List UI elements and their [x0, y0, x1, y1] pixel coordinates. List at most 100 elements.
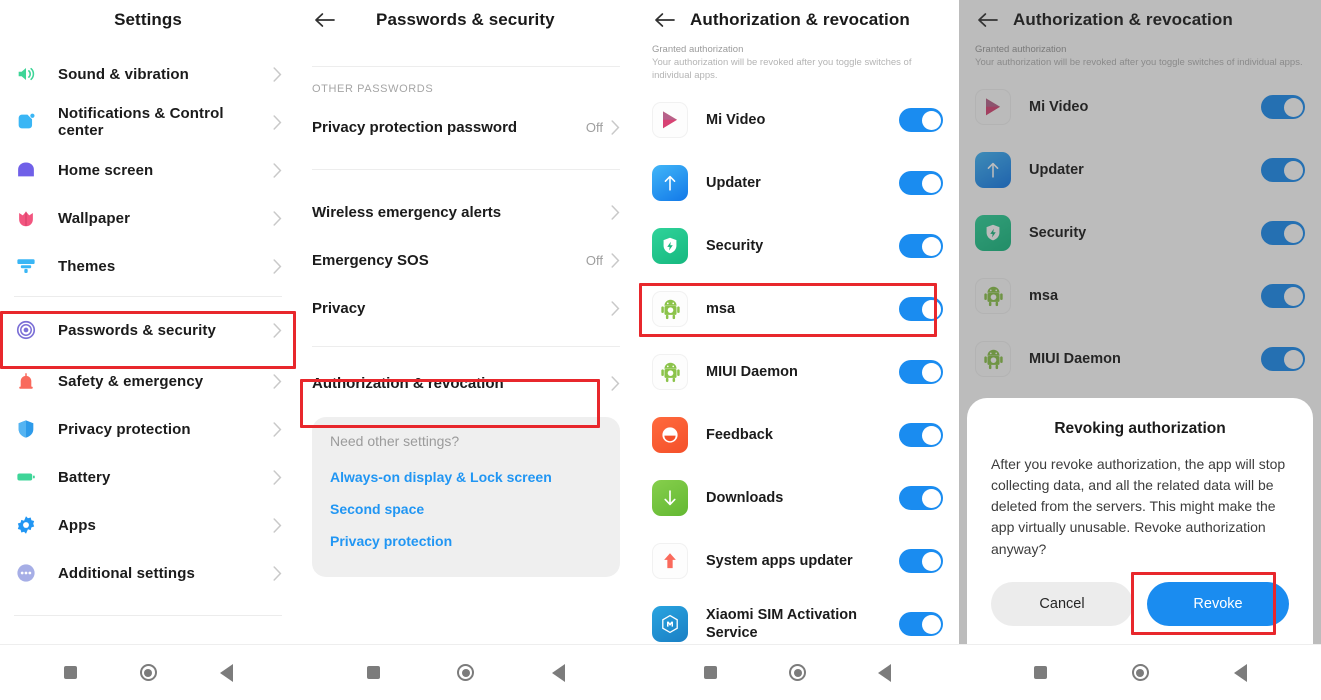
row-value: Off — [585, 119, 603, 135]
sidebar-item-privacy-protection[interactable]: Privacy protection — [0, 405, 296, 453]
app-label: MIUI Daemon — [706, 364, 798, 381]
app-list: Mi Video Updater Security msa MIUI Daemo… — [636, 89, 959, 656]
sidebar-item-wallpaper[interactable]: Wallpaper — [0, 194, 296, 242]
row-privacy-protection-password[interactable]: Privacy protection password Off — [312, 103, 620, 151]
circle-icon[interactable] — [457, 664, 475, 681]
square-icon[interactable] — [63, 666, 77, 679]
app-toggle[interactable] — [899, 423, 943, 448]
revoking-authorization-dialog: Revoking authorization After you revoke … — [967, 397, 1313, 644]
app-label: Security — [706, 238, 764, 255]
mi-video-icon — [652, 102, 688, 139]
sidebar-item-additional-settings[interactable]: Additional settings — [0, 549, 296, 597]
back-arrow-icon[interactable] — [652, 7, 678, 33]
speaker-icon — [14, 62, 38, 86]
app-row-system-apps-updater[interactable]: System apps updater — [636, 530, 959, 593]
app-label: msa — [706, 301, 736, 318]
square-icon[interactable] — [704, 666, 717, 679]
app-toggle[interactable] — [899, 108, 943, 133]
app-row-feedback[interactable]: Feedback — [636, 404, 959, 467]
link-privacy-protection[interactable]: Privacy protection — [330, 525, 602, 557]
app-label: Xiaomi SIM Activation Service — [706, 607, 857, 642]
triangle-back-icon[interactable] — [219, 663, 233, 682]
group-caption: OTHER PASSWORDS — [312, 83, 434, 95]
row-wireless-emergency-alerts[interactable]: Wireless emergency alerts — [312, 188, 620, 236]
security-icon — [652, 228, 688, 265]
sidebar-item-label: Battery — [58, 468, 111, 486]
app-toggle[interactable] — [899, 612, 943, 637]
app-row-miui-daemon[interactable]: MIUI Daemon — [636, 341, 959, 404]
home-icon — [14, 158, 38, 182]
app-toggle[interactable] — [899, 297, 943, 322]
panel-settings: Settings Sound & vibration Notifications… — [0, 0, 296, 700]
page-title: Authorization & revocation — [690, 10, 910, 29]
need-other-settings-card: Need other settings? Always-on display &… — [312, 417, 620, 577]
arrow-up-icon — [652, 543, 688, 580]
passwords-header: Passwords & security — [296, 0, 636, 40]
panel-passwords-security: Passwords & security OTHER PASSWORDS Pri… — [296, 0, 636, 700]
app-row-updater[interactable]: Updater — [636, 152, 959, 215]
fingerprint-icon — [14, 318, 38, 342]
sidebar-item-safety-emergency[interactable]: Safety & emergency — [0, 357, 296, 405]
battery-icon — [14, 465, 38, 489]
need-card-title: Need other settings? — [330, 433, 460, 449]
dialog-body: After you revoke authorization, the app … — [991, 455, 1286, 557]
sidebar-item-battery[interactable]: Battery — [0, 453, 296, 501]
chevron-right-icon — [611, 375, 620, 391]
android-icon — [652, 354, 688, 391]
triangle-back-icon[interactable] — [1233, 663, 1247, 682]
sidebar-item-themes[interactable]: Themes — [0, 242, 296, 290]
authorization-header: Authorization & revocation — [636, 0, 959, 40]
triangle-back-icon[interactable] — [552, 663, 566, 682]
flower-icon — [14, 206, 38, 230]
row-privacy[interactable]: Privacy — [312, 284, 620, 332]
page-title: Settings — [114, 10, 182, 29]
sidebar-item-notifications[interactable]: Notifications & Control center — [0, 98, 296, 146]
app-row-msa[interactable]: msa — [636, 278, 959, 341]
app-row-mi-video[interactable]: Mi Video — [636, 89, 959, 152]
chevron-right-icon — [273, 373, 282, 389]
note-body: Your authorization will be revoked after… — [652, 57, 912, 81]
sidebar-item-label: Home screen — [58, 161, 154, 179]
app-row-downloads[interactable]: Downloads — [636, 467, 959, 530]
navigation-bar — [636, 644, 959, 700]
siren-icon — [14, 369, 38, 393]
sidebar-item-sound[interactable]: Sound & vibration — [0, 50, 296, 98]
back-arrow-icon[interactable] — [312, 7, 338, 33]
dialog-actions: Cancel Revoke — [991, 582, 1289, 626]
settings-header: Settings — [0, 0, 296, 40]
chevron-right-icon — [273, 258, 282, 274]
app-label: Mi Video — [706, 112, 766, 129]
chevron-right-icon — [273, 162, 282, 178]
sidebar-item-passwords-security[interactable]: Passwords & security — [0, 303, 296, 357]
square-icon[interactable] — [1033, 666, 1047, 679]
revoke-button[interactable]: Revoke — [1147, 582, 1289, 626]
row-label: Emergency SOS — [312, 251, 429, 269]
app-toggle[interactable] — [899, 360, 943, 385]
row-label: Privacy — [312, 299, 366, 317]
link-always-on-display[interactable]: Always-on display & Lock screen — [330, 461, 602, 493]
row-emergency-sos[interactable]: Emergency SOS Off — [312, 236, 620, 284]
app-label: Updater — [706, 175, 761, 192]
circle-icon[interactable] — [1131, 664, 1149, 681]
list-divider-bottom — [14, 615, 282, 616]
app-toggle[interactable] — [899, 549, 943, 574]
notification-icon — [14, 110, 38, 134]
feedback-icon — [652, 417, 688, 454]
sidebar-item-label: Notifications & Control center — [58, 105, 224, 139]
row-label: Wireless emergency alerts — [312, 203, 502, 221]
triangle-back-icon[interactable] — [878, 663, 891, 682]
app-toggle[interactable] — [899, 171, 943, 196]
square-icon[interactable] — [366, 666, 380, 679]
sidebar-item-home-screen[interactable]: Home screen — [0, 146, 296, 194]
link-second-space[interactable]: Second space — [330, 493, 602, 525]
app-toggle[interactable] — [899, 486, 943, 511]
circle-icon[interactable] — [139, 664, 157, 681]
sidebar-item-apps[interactable]: Apps — [0, 501, 296, 549]
cancel-button[interactable]: Cancel — [991, 582, 1133, 626]
shield-icon — [14, 417, 38, 441]
app-row-security[interactable]: Security — [636, 215, 959, 278]
app-toggle[interactable] — [899, 234, 943, 259]
circle-icon[interactable] — [789, 664, 806, 681]
row-authorization-revocation[interactable]: Authorization & revocation — [312, 359, 620, 407]
chevron-right-icon — [273, 517, 282, 533]
